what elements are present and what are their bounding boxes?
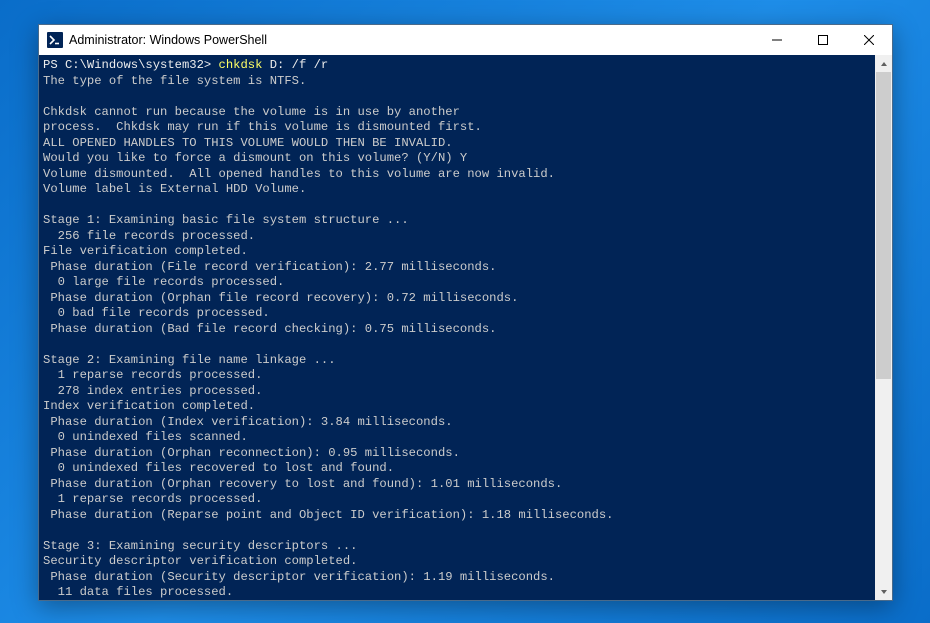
vertical-scrollbar[interactable] [875, 55, 892, 600]
scroll-track[interactable] [875, 72, 892, 583]
scroll-up-arrow-icon[interactable] [875, 55, 892, 72]
maximize-button[interactable] [800, 25, 846, 55]
powershell-icon [47, 32, 63, 48]
powershell-window: Administrator: Windows PowerShell PS C:\… [38, 24, 893, 601]
close-button[interactable] [846, 25, 892, 55]
scroll-down-arrow-icon[interactable] [875, 583, 892, 600]
scroll-thumb[interactable] [876, 72, 891, 379]
minimize-button[interactable] [754, 25, 800, 55]
window-title: Administrator: Windows PowerShell [69, 33, 754, 47]
titlebar[interactable]: Administrator: Windows PowerShell [39, 25, 892, 55]
console-area[interactable]: PS C:\Windows\system32> chkdsk D: /f /rT… [39, 55, 892, 600]
window-controls [754, 25, 892, 55]
console-output: PS C:\Windows\system32> chkdsk D: /f /rT… [43, 58, 874, 600]
